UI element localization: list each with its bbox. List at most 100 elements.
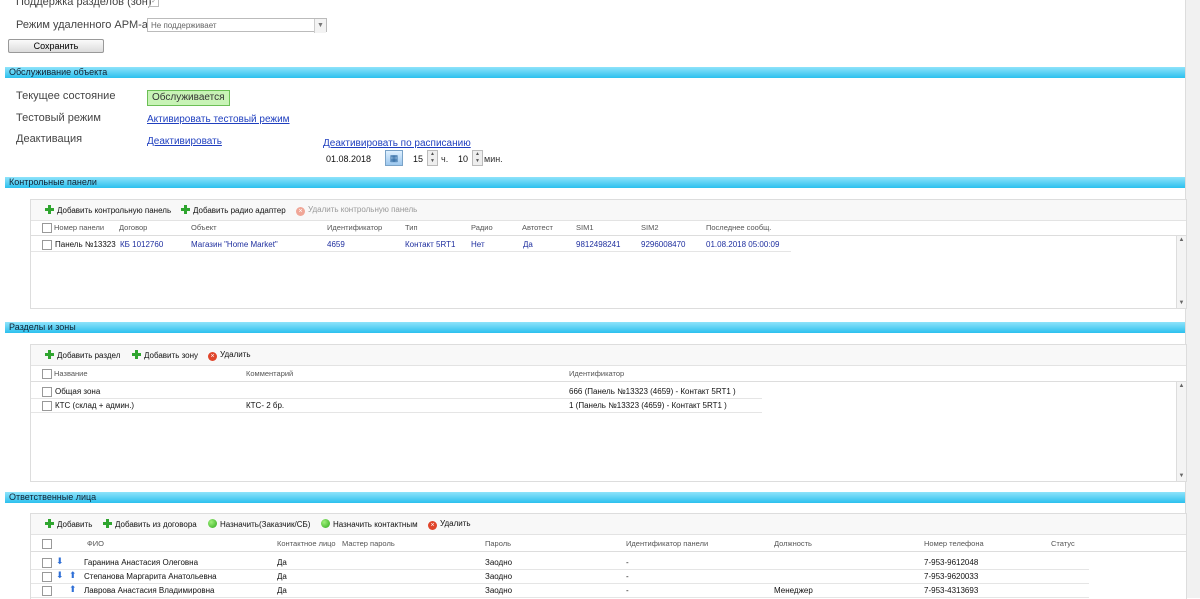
add-panel-button[interactable]: Добавить контрольную панель	[45, 205, 171, 215]
row-checkbox[interactable]	[42, 572, 52, 582]
person-name: Степанова Маргарита Анатольевна	[84, 572, 217, 581]
minutes-spinner[interactable]: ▲ ▼	[472, 150, 483, 166]
remote-arm-value: Не поддерживает	[151, 21, 217, 30]
select-all-checkbox[interactable]	[42, 223, 52, 233]
zone-name: КТС (склад + админ.)	[55, 401, 135, 410]
table-row[interactable]: Панель №13323 КБ 1012760 Магазин "Home M…	[31, 238, 791, 252]
arrow-down-icon[interactable]: ⬇	[56, 571, 64, 580]
phone: 7-953-4313693	[924, 586, 979, 595]
sim1: 9812498241	[576, 240, 621, 249]
column-header[interactable]: Статус	[1051, 539, 1075, 548]
column-header[interactable]: Комментарий	[246, 369, 293, 378]
assign-contact-button[interactable]: Назначить контактным	[321, 519, 418, 529]
hours-field[interactable]: 15	[413, 154, 423, 164]
person-name: Лаврова Анастасия Владимировна	[84, 586, 215, 595]
column-header[interactable]: Номер панели	[54, 223, 104, 232]
hours-unit: ч.	[441, 154, 449, 164]
column-header[interactable]: Автотест	[522, 223, 553, 232]
object: Магазин "Home Market"	[191, 240, 278, 249]
arrow-up-icon[interactable]: ⬆	[69, 571, 77, 580]
delete-person-button[interactable]: × Удалить	[428, 519, 471, 530]
panels-grid: Добавить контрольную панель Добавить рад…	[30, 199, 1187, 309]
green-dot-icon	[208, 519, 217, 528]
scroll-up-icon[interactable]: ▲	[1177, 382, 1186, 391]
deactivate-schedule-link[interactable]: Деактивировать по расписанию	[323, 138, 471, 149]
add-radio-adapter-button[interactable]: Добавить радио адаптер	[181, 205, 286, 215]
column-header[interactable]: Мастер пароль	[342, 539, 395, 548]
delete-icon: ×	[428, 521, 437, 530]
calendar-icon[interactable]: ▦	[385, 150, 403, 166]
radio: Нет	[471, 240, 485, 249]
select-all-checkbox[interactable]	[42, 539, 52, 549]
zones-scrollbar[interactable]: ▲ ▼	[1176, 382, 1186, 481]
panels-scrollbar[interactable]: ▲ ▼	[1176, 236, 1186, 308]
column-header[interactable]: Идентификатор	[327, 223, 382, 232]
delete-icon: ×	[208, 352, 217, 361]
plus-icon	[45, 350, 54, 359]
panel-identifier: -	[626, 572, 629, 581]
date-field[interactable]: 01.08.2018	[326, 154, 371, 164]
assign-customer-button[interactable]: Назначить(Заказчик/СБ)	[208, 519, 310, 529]
column-header[interactable]: Последнее сообщ.	[706, 223, 771, 232]
scroll-down-icon[interactable]: ▼	[1177, 299, 1186, 308]
last-message: 01.08.2018 05:00:09	[706, 240, 780, 249]
column-header[interactable]: Тип	[405, 223, 418, 232]
remote-arm-select[interactable]: Не поддерживает ▼	[147, 18, 327, 33]
scroll-down-icon[interactable]: ▼	[1177, 472, 1186, 481]
column-header[interactable]: Объект	[191, 223, 217, 232]
contact-person: Да	[277, 558, 287, 567]
column-header[interactable]: ФИО	[87, 539, 104, 548]
row-checkbox[interactable]	[42, 387, 52, 397]
column-header[interactable]: Должность	[774, 539, 812, 548]
row-checkbox[interactable]	[42, 240, 52, 250]
arrow-down-icon[interactable]: ⬇	[56, 557, 64, 566]
zones-support-label: Поддержка разделов (зон)	[16, 0, 152, 8]
column-header[interactable]: SIM1	[576, 223, 594, 232]
add-zone-button[interactable]: Добавить зону	[132, 350, 198, 360]
add-section-button[interactable]: Добавить раздел	[45, 350, 120, 360]
zone-name: Общая зона	[55, 387, 101, 396]
status-badge: Обслуживается	[147, 90, 230, 106]
zones-section-header: Разделы и зоны	[5, 322, 1185, 333]
column-header[interactable]: Идентификатор	[569, 369, 624, 378]
page-scrollbar[interactable]	[1185, 0, 1200, 598]
delete-icon: ×	[296, 207, 305, 216]
activate-test-mode-link[interactable]: Активировать тестовый режим	[147, 114, 290, 125]
row-checkbox[interactable]	[42, 401, 52, 411]
minutes-unit: мин.	[484, 154, 503, 164]
minutes-field[interactable]: 10	[458, 154, 468, 164]
hours-spinner[interactable]: ▲ ▼	[427, 150, 438, 166]
save-button[interactable]: Сохранить	[8, 39, 104, 53]
column-header[interactable]: Договор	[119, 223, 147, 232]
zones-support-checkbox[interactable]: ✓	[149, 0, 159, 7]
delete-panel-button[interactable]: × Удалить контрольную панель	[296, 205, 417, 216]
add-from-contract-button[interactable]: Добавить из договора	[103, 519, 197, 529]
deactivate-link[interactable]: Деактивировать	[147, 136, 222, 147]
contact-person: Да	[277, 572, 287, 581]
select-all-checkbox[interactable]	[42, 369, 52, 379]
position: Менеджер	[774, 586, 813, 595]
row-checkbox[interactable]	[42, 558, 52, 568]
contract: КБ 1012760	[120, 240, 164, 249]
column-header[interactable]: Номер телефона	[924, 539, 984, 548]
column-header[interactable]: Радио	[471, 223, 493, 232]
table-row[interactable]: ⬇ ⬆ Степанова Маргарита Анатольевна Да З…	[31, 570, 1089, 584]
password: Заодно	[485, 558, 513, 567]
table-row[interactable]: ⬆ Лаврова Анастасия Владимировна Да Заод…	[31, 584, 1089, 598]
column-header[interactable]: SIM2	[641, 223, 659, 232]
plus-icon	[132, 350, 141, 359]
zone-comment: КТС- 2 бр.	[246, 401, 285, 410]
table-row[interactable]: Общая зона 666 (Панель №13323 (4659) - К…	[31, 385, 762, 399]
column-header[interactable]: Пароль	[485, 539, 511, 548]
column-header[interactable]: Идентификатор панели	[626, 539, 708, 548]
column-header[interactable]: Контактное лицо	[277, 539, 336, 548]
panel-number: Панель №13323	[55, 240, 116, 249]
arrow-up-icon[interactable]: ⬆	[69, 585, 77, 594]
table-row[interactable]: КТС (склад + админ.) КТС- 2 бр. 1 (Панел…	[31, 399, 762, 413]
column-header[interactable]: Название	[54, 369, 88, 378]
scroll-up-icon[interactable]: ▲	[1177, 236, 1186, 245]
table-row[interactable]: ⬇ Гаранина Анастасия Олеговна Да Заодно …	[31, 556, 1089, 570]
row-checkbox[interactable]	[42, 586, 52, 596]
add-person-button[interactable]: Добавить	[45, 519, 92, 529]
delete-zone-button[interactable]: × Удалить	[208, 350, 251, 361]
